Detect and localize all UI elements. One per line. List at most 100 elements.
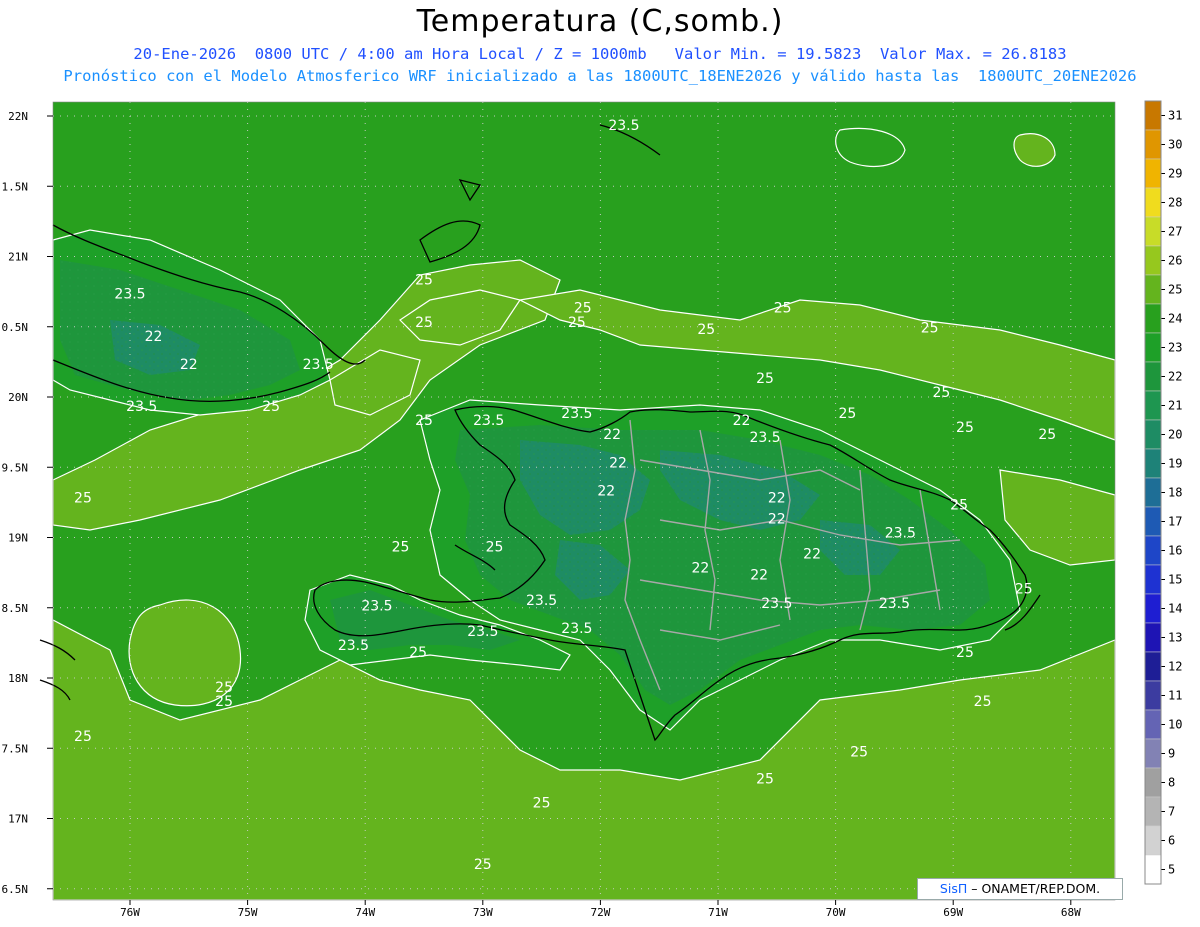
colorbar-swatch [1144, 390, 1162, 421]
contour-label: 23.5 [885, 526, 916, 542]
colorbar-label: 20 [1168, 428, 1182, 442]
colorbar-label: 31 [1168, 109, 1182, 123]
colorbar-swatch [1144, 361, 1162, 392]
contour-label: 25 [568, 315, 586, 331]
colorbar-swatch [1144, 477, 1162, 508]
colorbar-label: 21 [1168, 399, 1182, 413]
colorbar-swatch [1144, 622, 1162, 653]
contour-label: 25 [533, 795, 551, 811]
colorbar-label: 26 [1168, 254, 1182, 268]
contour-label: 23.5 [338, 638, 369, 654]
colorbar-label: 24 [1168, 312, 1182, 326]
colorbar-swatch [1144, 709, 1162, 740]
contour-label: 25 [74, 490, 92, 506]
longitude-label: 68W [1061, 906, 1081, 919]
contour-label: 23.5 [761, 596, 792, 612]
contour-label: 23.5 [749, 430, 780, 446]
longitude-label: 71W [708, 906, 728, 919]
colorbar-swatch [1144, 448, 1162, 479]
credit-text: – ONAMET/REP.DOM. [971, 881, 1101, 896]
contour-label: 22 [691, 561, 709, 577]
credit-box: SisΠ – ONAMET/REP.DOM. [917, 878, 1123, 900]
credit-logo-text: SisΠ [939, 881, 968, 896]
colorbar-label: 22 [1168, 370, 1182, 384]
latitude-label: 9.5N [2, 461, 29, 474]
contour-label: 22 [803, 547, 821, 563]
latitude-label: 1.5N [2, 180, 29, 193]
colorbar-swatch [1144, 506, 1162, 537]
colorbar-label: 5 [1168, 863, 1175, 877]
colorbar-swatch [1144, 854, 1162, 885]
contour-label: 23.5 [473, 413, 504, 429]
contour-label: 25 [1038, 427, 1056, 443]
latitude-label: 6.5N [2, 883, 29, 896]
contour-label: 25 [215, 694, 233, 710]
contour-label: 25 [950, 497, 968, 513]
latitude-label: 0.5N [2, 321, 29, 334]
colorbar-swatch [1144, 216, 1162, 247]
contour-label: 23.5 [561, 406, 592, 422]
contour-label: 23.5 [526, 593, 557, 609]
contour-label: 22 [145, 329, 163, 345]
colorbar-swatch [1144, 680, 1162, 711]
contour-label: 23.5 [114, 287, 145, 303]
temperature-map: 25 25 23.5 22 22 23.5 23.5 25 25 23.5 25 25 25 25 25 25… [2, 100, 1182, 919]
contour-label: 25 [415, 315, 433, 331]
contour-label: 22 [768, 490, 786, 506]
colorbar-swatch [1144, 535, 1162, 566]
contour-label: 25 [415, 273, 433, 289]
plot-area: 25 25 23.5 22 22 23.5 23.5 25 25 23.5 25 25 25 25 25 25… [39, 102, 1116, 901]
contour-label: 22 [180, 357, 198, 373]
colorbar-label: 25 [1168, 283, 1182, 297]
colorbar-label: 13 [1168, 631, 1182, 645]
contour-label: 25 [756, 771, 774, 787]
contour-label: 25 [933, 385, 951, 401]
latitude-label: 7.5N [2, 742, 29, 755]
colorbar-label: 17 [1168, 515, 1182, 529]
contour-label: 22 [768, 511, 786, 527]
contour-label: 25 [474, 857, 492, 873]
colorbar-label: 29 [1168, 167, 1182, 181]
colorbar-label: 14 [1168, 602, 1182, 616]
contour-label: 23.5 [608, 118, 639, 134]
map-title: Temperatura (C,somb.) [416, 4, 784, 39]
colorbar-swatch [1144, 419, 1162, 450]
colorbar-label: 23 [1168, 341, 1182, 355]
contour-label: 25 [974, 694, 992, 710]
longitude-axis: 76W 75W 74W 73W 72W 71W 70W 69W 68W [120, 900, 1081, 919]
contour-label: 25 [486, 540, 504, 556]
longitude-label: 76W [120, 906, 140, 919]
colorbar-swatch [1144, 825, 1162, 856]
latitude-label: 21N [8, 251, 28, 264]
latitude-label: 22N [8, 110, 28, 123]
longitude-label: 72W [590, 906, 610, 919]
latitude-label: 18N [8, 672, 28, 685]
contour-label: 22 [603, 427, 621, 443]
contour-label: 25 [74, 729, 92, 745]
colorbar-swatch [1144, 332, 1162, 363]
colorbar-label: 7 [1168, 805, 1175, 819]
colorbar-swatch [1144, 129, 1162, 160]
colorbar-swatch [1144, 651, 1162, 682]
colorbar: 31 30 29 28 27 26 25 24 23 22 21 20 19 18 17 16 15 14 13 12… [1144, 100, 1182, 885]
colorbar-label: 12 [1168, 660, 1182, 674]
subtitle-line-1: 20-Ene-2026 0800 UTC / 4:00 am Hora Loca… [133, 45, 1067, 63]
contour-label: 22 [609, 455, 627, 471]
colorbar-label: 10 [1168, 718, 1182, 732]
colorbar-label: 8 [1168, 776, 1175, 790]
colorbar-swatch [1144, 303, 1162, 334]
contour-label: 23.5 [361, 599, 392, 615]
colorbar-swatch [1144, 767, 1162, 798]
contour-label: 22 [750, 568, 768, 584]
contour-label: 25 [392, 540, 410, 556]
longitude-label: 70W [826, 906, 846, 919]
colorbar-swatch [1144, 564, 1162, 595]
contour-label: 23.5 [467, 624, 498, 640]
colorbar-swatch [1144, 187, 1162, 218]
colorbar-label: 18 [1168, 486, 1182, 500]
contour-label: 25 [838, 406, 856, 422]
colorbar-swatch [1144, 738, 1162, 769]
contour-label: 22 [597, 483, 615, 499]
contour-label: 23.5 [303, 357, 334, 373]
colorbar-label: 9 [1168, 747, 1175, 761]
